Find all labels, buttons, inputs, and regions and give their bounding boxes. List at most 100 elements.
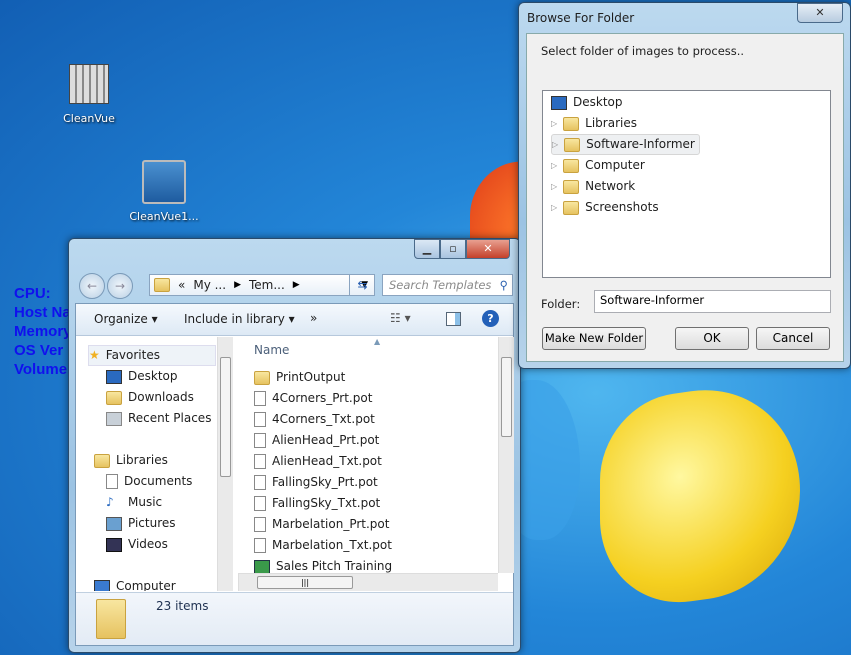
tree-item-libraries[interactable]: ▷ Libraries: [551, 113, 637, 134]
help-icon[interactable]: ?: [482, 310, 499, 327]
view-options-icon[interactable]: ☷ ▾: [390, 311, 411, 325]
document-icon: [254, 391, 266, 406]
nav-downloads[interactable]: Downloads: [106, 387, 194, 408]
dialog-body: Select folder of images to process.. Des…: [526, 33, 844, 362]
ok-button[interactable]: OK: [675, 327, 749, 350]
document-icon: [254, 433, 266, 448]
breadcrumb-my[interactable]: My ...: [193, 278, 226, 292]
preview-pane-icon[interactable]: [446, 312, 461, 326]
nav-computer[interactable]: Computer: [94, 576, 176, 591]
expand-arrow-icon[interactable]: ▷: [552, 134, 558, 155]
dialog-title: Browse For Folder: [527, 11, 635, 25]
file-name: PrintOutput: [276, 370, 346, 384]
nav-pictures[interactable]: Pictures: [106, 513, 176, 534]
tree-item-desktop[interactable]: Desktop: [551, 92, 623, 113]
tree-item-screenshots[interactable]: ▷ Screenshots: [551, 197, 659, 218]
cleanvue-app-icon: [69, 64, 109, 104]
expand-arrow-icon[interactable]: ▷: [551, 176, 557, 197]
file-row[interactable]: PrintOutput: [254, 367, 345, 388]
dialog-close-button[interactable]: ✕: [797, 3, 843, 23]
downloads-icon: [106, 390, 122, 405]
file-name: Sales Pitch Training: [276, 559, 393, 573]
navigation-pane: ★ Favorites Desktop Downloads Recent Plac…: [76, 337, 233, 591]
organize-menu[interactable]: Organize ▾: [94, 312, 158, 326]
wallpaper-logo-yellow: [600, 375, 800, 615]
tree-item-computer[interactable]: ▷ Computer: [551, 155, 645, 176]
libraries-icon: [563, 116, 580, 131]
dialog-prompt: Select folder of images to process..: [541, 44, 745, 58]
installer-icon: [142, 160, 186, 204]
explorer-window: ▁ ▫ ✕ ← → « My ... ▶ Tem... ▶ ▼ ⇆ Search T…: [68, 238, 521, 653]
search-input[interactable]: Search Templates ⚲: [382, 274, 513, 296]
document-icon: [254, 538, 266, 553]
address-bar[interactable]: « My ... ▶ Tem... ▶ ▼: [149, 274, 375, 296]
folder-icon: [563, 200, 580, 215]
file-list-hscrollbar[interactable]: |||: [238, 573, 498, 591]
nav-favorites[interactable]: ★ Favorites: [88, 345, 216, 366]
file-row[interactable]: AlienHead_Prt.pot: [254, 430, 379, 451]
user-folder-icon: [564, 137, 581, 152]
forward-button[interactable]: →: [107, 273, 133, 299]
make-new-folder-button[interactable]: Make New Folder: [542, 327, 646, 350]
document-icon: [254, 454, 266, 469]
file-name: AlienHead_Prt.pot: [272, 433, 380, 447]
back-button[interactable]: ←: [79, 273, 105, 299]
breadcrumb-templates[interactable]: Tem...: [249, 278, 285, 292]
document-icon: [254, 496, 266, 511]
chevron-right-icon: ▶: [292, 280, 300, 290]
main-pane: Organize ▾ Include in library ▾ » ☷ ▾ ? …: [75, 303, 514, 646]
cancel-button[interactable]: Cancel: [756, 327, 830, 350]
nav-recent-places[interactable]: Recent Places: [106, 408, 211, 429]
nav-libraries[interactable]: Libraries: [94, 450, 168, 471]
nav-music[interactable]: ♪ Music: [106, 492, 162, 513]
tree-item-network[interactable]: ▷ Network: [551, 176, 635, 197]
document-icon: [254, 475, 266, 490]
libraries-icon: [94, 453, 110, 468]
desktop-icon: [551, 95, 567, 110]
file-row[interactable]: FallingSky_Prt.pot: [254, 472, 378, 493]
file-row[interactable]: Sales Pitch Training: [254, 556, 392, 573]
close-button[interactable]: ✕: [466, 239, 510, 259]
nav-scrollbar[interactable]: [217, 337, 233, 591]
document-icon: [254, 412, 266, 427]
nav-documents[interactable]: Documents: [106, 471, 192, 492]
more-commands-button[interactable]: »: [310, 311, 317, 325]
maximize-button[interactable]: ▫: [440, 239, 466, 259]
desktop-icon: [106, 369, 122, 384]
network-icon: [563, 179, 580, 194]
pictures-icon: [106, 516, 122, 531]
file-name: Marbelation_Prt.pot: [272, 517, 390, 531]
column-header-name[interactable]: Name: [254, 343, 289, 357]
nav-videos[interactable]: Videos: [106, 534, 168, 555]
file-name: 4Corners_Txt.pot: [272, 412, 375, 426]
star-icon: ★: [89, 348, 100, 362]
tree-item-software-informer[interactable]: ▷ Software-Informer: [551, 134, 700, 155]
include-in-library-menu[interactable]: Include in library ▾: [184, 312, 295, 326]
computer-icon: [563, 158, 580, 173]
folder-large-icon: [96, 599, 126, 639]
file-row[interactable]: 4Corners_Txt.pot: [254, 409, 375, 430]
file-row[interactable]: Marbelation_Prt.pot: [254, 514, 389, 535]
expand-arrow-icon[interactable]: ▷: [551, 197, 557, 218]
folder-icon: [154, 278, 170, 292]
file-row[interactable]: FallingSky_Txt.pot: [254, 493, 380, 514]
desktop-icon-cleanvue-installer[interactable]: CleanVue1...: [119, 160, 209, 223]
recent-places-icon: [106, 411, 122, 426]
folder-input[interactable]: Software-Informer: [594, 290, 831, 313]
file-row[interactable]: 4Corners_Prt.pot: [254, 388, 372, 409]
minimize-button[interactable]: ▁: [414, 239, 440, 259]
refresh-button[interactable]: ⇆: [349, 274, 375, 296]
desktop-icon-cleanvue[interactable]: CleanVue: [44, 64, 134, 125]
expand-arrow-icon[interactable]: ▷: [551, 113, 557, 134]
folder-tree: Desktop ▷ Libraries ▷ Software-Informer ▷ Com…: [542, 90, 831, 278]
search-icon: ⚲: [499, 278, 508, 292]
file-row[interactable]: AlienHead_Txt.pot: [254, 451, 382, 472]
file-row[interactable]: Marbelation_Txt.pot: [254, 535, 392, 556]
chevron-right-icon: ▶: [234, 280, 241, 290]
file-list-vscrollbar[interactable]: [498, 337, 514, 573]
expand-arrow-icon[interactable]: ▷: [551, 155, 557, 176]
file-name: Marbelation_Txt.pot: [272, 538, 392, 552]
document-icon: [254, 517, 266, 532]
sysinfo-overlay: CPU: Host Na Memory OS Ver Volume: [14, 285, 72, 378]
nav-desktop[interactable]: Desktop: [106, 366, 178, 387]
